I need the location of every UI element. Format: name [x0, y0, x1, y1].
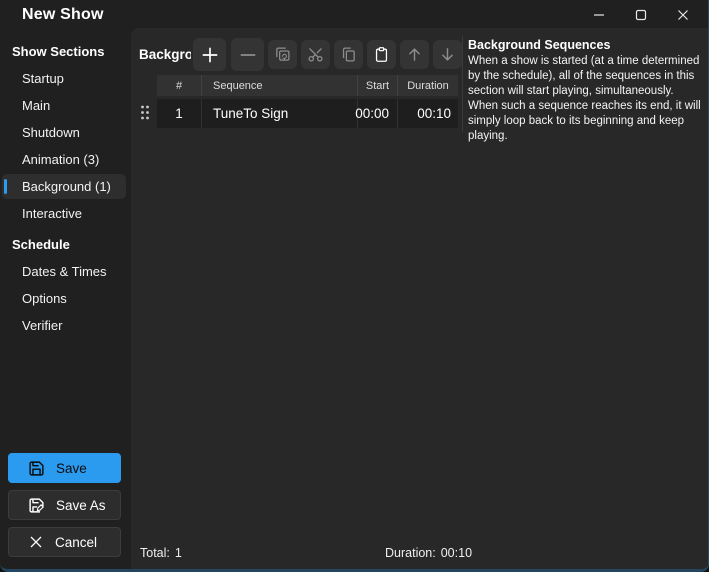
drag-dots-icon — [141, 105, 149, 120]
save-as-button[interactable]: Save As — [8, 490, 121, 520]
title-bar: New Show — [0, 0, 708, 30]
row-cell-start: 00:00 — [355, 99, 398, 128]
sidebar-item-interactive[interactable]: Interactive — [2, 201, 126, 226]
sidebar-item-background[interactable]: Background (1) — [2, 174, 126, 199]
row-cell-num: 1 — [157, 99, 202, 128]
main-panel: Backgrou — [131, 28, 708, 569]
remove-icon — [240, 53, 255, 56]
remove-sequence-button[interactable] — [231, 38, 264, 71]
sequence-table-header: # Sequence Start Duration — [157, 75, 458, 96]
minimize-button[interactable] — [578, 0, 620, 30]
cancel-x-icon — [30, 536, 42, 548]
add-sequence-button[interactable] — [193, 38, 226, 71]
help-title: Background Sequences — [468, 38, 611, 52]
sidebar-item-shutdown[interactable]: Shutdown — [2, 120, 126, 145]
status-total: Total: 1 — [140, 546, 182, 560]
copy-icon — [342, 47, 355, 62]
sidebar-header-schedule: Schedule — [12, 237, 70, 252]
sidebar-item-animation[interactable]: Animation (3) — [2, 147, 126, 172]
cut-icon — [308, 48, 323, 62]
sequence-table-row[interactable]: 1 TuneTo Sign 00:00 00:10 — [157, 99, 458, 128]
window-title: New Show — [22, 6, 104, 23]
sidebar-item-options[interactable]: Options — [2, 286, 126, 311]
row-cell-duration: 00:10 — [417, 106, 451, 121]
sidebar-header-show-sections: Show Sections — [12, 44, 105, 59]
row-drag-handle[interactable] — [139, 104, 151, 126]
column-header-num: # — [157, 75, 202, 96]
move-down-icon — [442, 48, 453, 61]
sidebar-item-dates-times[interactable]: Dates & Times — [2, 259, 126, 284]
column-header-sequence: Sequence — [202, 75, 358, 96]
status-duration: Duration: 00:10 — [385, 546, 472, 560]
move-up-icon — [409, 48, 420, 61]
help-panel: Background Sequences When a show is star… — [468, 38, 704, 144]
close-icon — [678, 10, 688, 20]
status-total-label: Total: — [140, 546, 170, 560]
sidebar-item-verifier[interactable]: Verifier — [2, 313, 126, 338]
duplicate-icon — [276, 47, 290, 61]
column-header-start: Start — [358, 75, 398, 96]
app-window: New Show Show Sections Startup Main Shut… — [0, 0, 709, 572]
maximize-button[interactable] — [620, 0, 662, 30]
help-divider — [462, 36, 463, 132]
paste-button[interactable] — [367, 40, 396, 69]
save-as-icon — [29, 497, 44, 513]
status-duration-label: Duration: — [385, 546, 436, 560]
move-down-button[interactable] — [433, 40, 462, 69]
selection-accent-bar — [4, 179, 7, 194]
maximize-icon — [635, 9, 647, 21]
add-icon — [202, 47, 217, 63]
status-total-value: 1 — [174, 546, 182, 560]
save-icon — [29, 460, 44, 476]
move-up-button[interactable] — [400, 40, 429, 69]
column-header-duration: Duration — [407, 79, 449, 92]
paste-icon — [375, 47, 388, 62]
cut-button[interactable] — [301, 40, 330, 69]
status-duration-value: 00:10 — [440, 546, 473, 560]
window-controls — [578, 0, 704, 30]
copy-button[interactable] — [334, 40, 363, 69]
save-button[interactable]: Save — [8, 453, 121, 483]
row-cell-sequence: TuneTo Sign — [202, 99, 358, 128]
sidebar: Show Sections Startup Main Shutdown Anim… — [0, 30, 131, 569]
minimize-icon — [594, 14, 604, 16]
duplicate-button[interactable] — [268, 40, 297, 69]
toolbar-section-label: Backgrou — [139, 47, 191, 62]
close-button[interactable] — [662, 0, 704, 30]
cancel-button[interactable]: Cancel — [8, 527, 121, 557]
help-body: When a show is started (at a time determ… — [468, 55, 701, 142]
sidebar-item-startup[interactable]: Startup — [2, 66, 126, 91]
sidebar-item-main[interactable]: Main — [2, 93, 126, 118]
